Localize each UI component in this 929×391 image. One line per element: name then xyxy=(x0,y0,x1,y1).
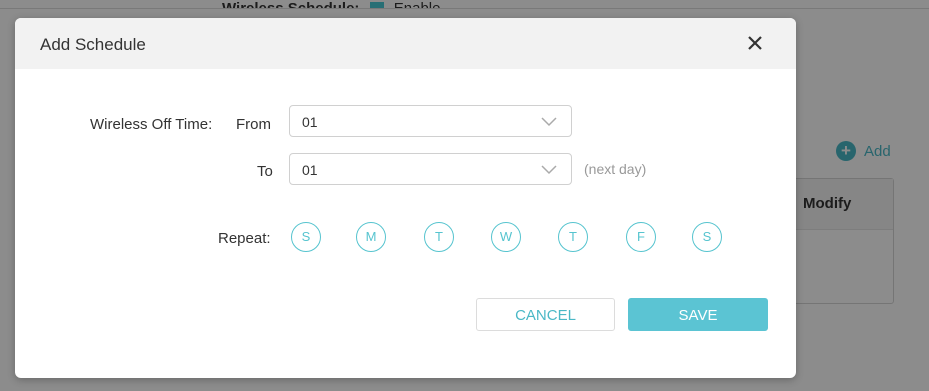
from-value: 01 xyxy=(302,114,318,130)
cancel-button[interactable]: CANCEL xyxy=(476,298,615,331)
next-day-hint: (next day) xyxy=(584,161,647,177)
from-label: From xyxy=(236,116,271,133)
close-icon[interactable] xyxy=(744,32,766,54)
day-saturday-toggle[interactable]: S xyxy=(692,222,722,252)
day-sunday-toggle[interactable]: S xyxy=(291,222,321,252)
add-schedule-dialog: Add Schedule Wireless Off Time: From 01 … xyxy=(15,18,796,378)
save-button[interactable]: SAVE xyxy=(628,298,768,331)
day-thursday-toggle[interactable]: T xyxy=(558,222,588,252)
repeat-label: Repeat: xyxy=(218,230,271,247)
day-friday-toggle[interactable]: F xyxy=(626,222,656,252)
day-tuesday-toggle[interactable]: T xyxy=(424,222,454,252)
to-label: To xyxy=(257,163,273,180)
to-value: 01 xyxy=(302,162,318,178)
to-select[interactable]: 01 xyxy=(289,153,572,185)
day-wednesday-toggle[interactable]: W xyxy=(491,222,521,252)
wireless-off-time-label: Wireless Off Time: xyxy=(90,116,213,133)
chevron-down-icon xyxy=(541,165,557,175)
dialog-header: Add Schedule xyxy=(15,18,796,69)
from-select[interactable]: 01 xyxy=(289,105,572,137)
dialog-title: Add Schedule xyxy=(40,35,146,54)
day-monday-toggle[interactable]: M xyxy=(356,222,386,252)
chevron-down-icon xyxy=(541,117,557,127)
